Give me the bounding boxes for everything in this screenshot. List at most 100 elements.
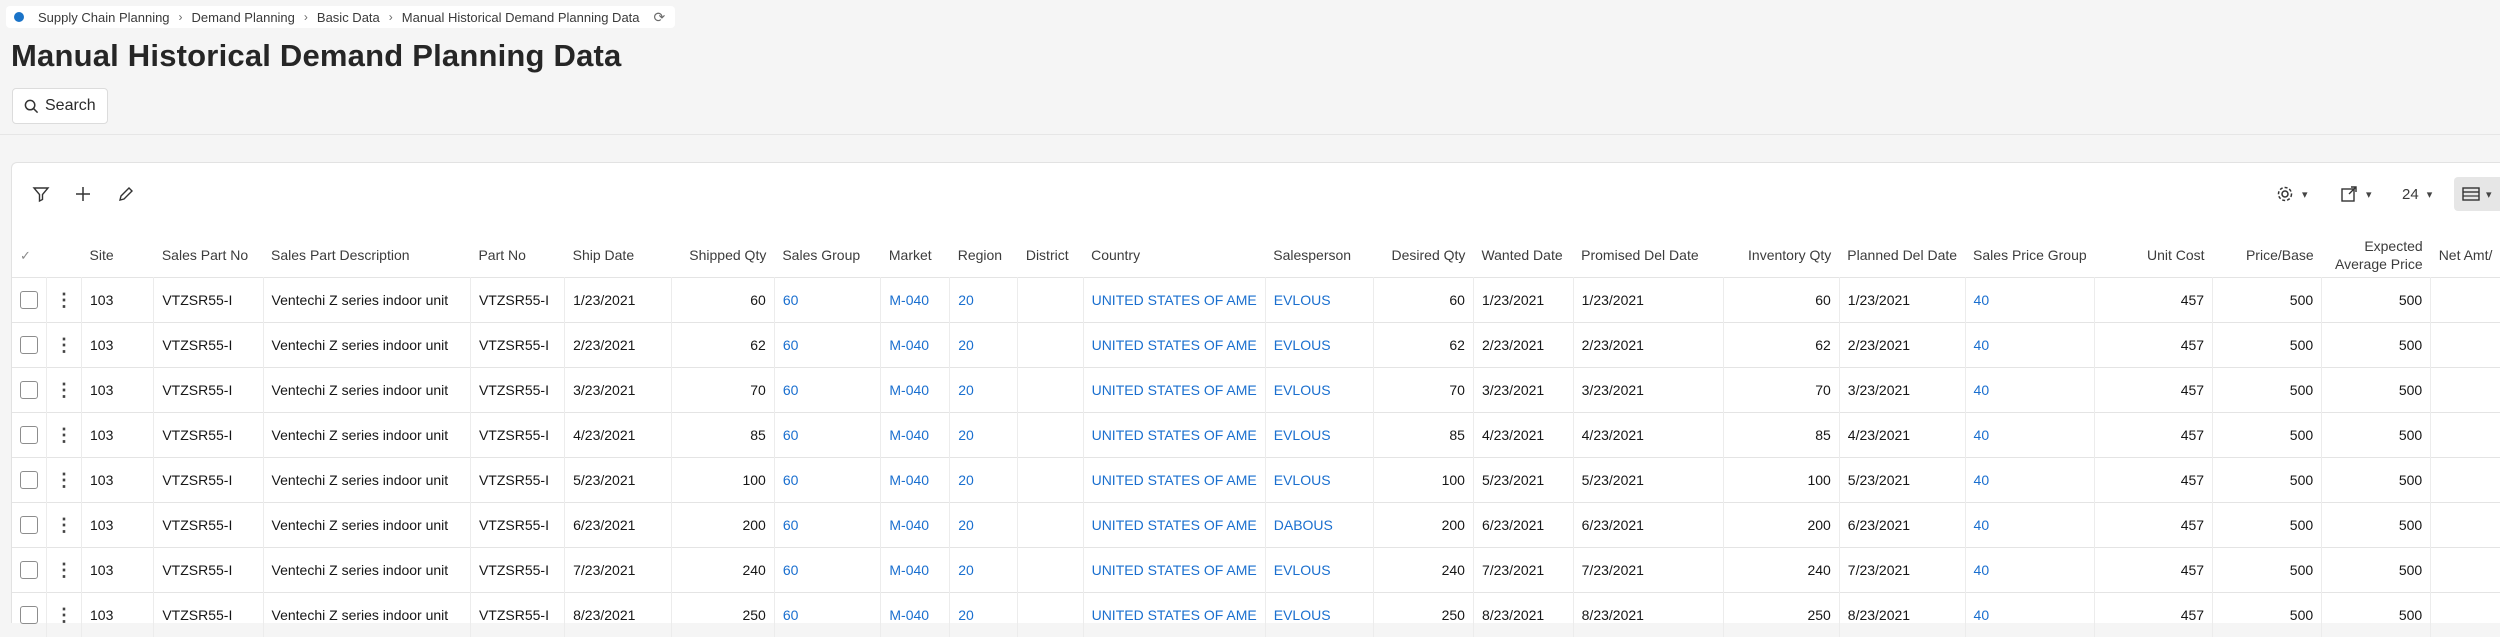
- cell-sales-group-link[interactable]: 60: [774, 323, 881, 368]
- more-vertical-icon[interactable]: ⋮: [55, 335, 73, 355]
- breadcrumb-item-basic-data[interactable]: Basic Data: [317, 10, 380, 25]
- col-header-unit-cost[interactable]: Unit Cost: [2095, 233, 2213, 278]
- more-vertical-icon[interactable]: ⋮: [55, 470, 73, 490]
- cell-sales-group-link[interactable]: 60: [774, 458, 881, 503]
- cell-country-link[interactable]: UNITED STATES OF AME: [1083, 323, 1265, 368]
- row-checkbox[interactable]: [20, 561, 38, 579]
- cell-market-link[interactable]: M-040: [881, 593, 950, 637]
- cell-market-link[interactable]: M-040: [881, 458, 950, 503]
- refresh-icon[interactable]: ⟳: [654, 9, 666, 26]
- col-header-sales-part-description[interactable]: Sales Part Description: [263, 233, 470, 278]
- row-checkbox[interactable]: [20, 516, 38, 534]
- cell-salesperson-link[interactable]: EVLOUS: [1265, 323, 1373, 368]
- col-header-wanted-date[interactable]: Wanted Date: [1473, 233, 1573, 278]
- settings-menu-button[interactable]: ▾: [2276, 180, 2308, 208]
- app-dot-icon[interactable]: [14, 12, 24, 22]
- col-header-district[interactable]: District: [1018, 233, 1083, 278]
- cell-market-link[interactable]: M-040: [881, 413, 950, 458]
- col-header-expected-average-price[interactable]: Expected Average Price: [2322, 233, 2431, 278]
- cell-region-link[interactable]: 20: [950, 548, 1018, 593]
- more-vertical-icon[interactable]: ⋮: [55, 290, 73, 310]
- more-vertical-icon[interactable]: ⋮: [55, 560, 73, 580]
- cell-salesperson-link[interactable]: EVLOUS: [1265, 413, 1373, 458]
- cell-country-link[interactable]: UNITED STATES OF AME: [1083, 368, 1265, 413]
- cell-region-link[interactable]: 20: [950, 368, 1018, 413]
- filter-icon[interactable]: [28, 181, 54, 207]
- cell-region-link[interactable]: 20: [950, 413, 1018, 458]
- cell-sales-price-group-link[interactable]: 40: [1965, 368, 2095, 413]
- cell-sales-price-group-link[interactable]: 40: [1965, 503, 2095, 548]
- table-row[interactable]: ⋮103VTZSR55-IVentechi Z series indoor un…: [12, 413, 2500, 458]
- cell-country-link[interactable]: UNITED STATES OF AME: [1083, 593, 1265, 637]
- cell-region-link[interactable]: 20: [950, 323, 1018, 368]
- cell-sales-price-group-link[interactable]: 40: [1965, 413, 2095, 458]
- table-row[interactable]: ⋮103VTZSR55-IVentechi Z series indoor un…: [12, 503, 2500, 548]
- cell-country-link[interactable]: UNITED STATES OF AME: [1083, 278, 1265, 323]
- cell-salesperson-link[interactable]: EVLOUS: [1265, 458, 1373, 503]
- table-row[interactable]: ⋮103VTZSR55-IVentechi Z series indoor un…: [12, 458, 2500, 503]
- cell-sales-price-group-link[interactable]: 40: [1965, 548, 2095, 593]
- more-vertical-icon[interactable]: ⋮: [55, 425, 73, 445]
- cell-country-link[interactable]: UNITED STATES OF AME: [1083, 458, 1265, 503]
- more-vertical-icon[interactable]: ⋮: [55, 605, 73, 625]
- col-header-net-amt[interactable]: Net Amt/: [2431, 233, 2500, 278]
- col-header-promised-del-date[interactable]: Promised Del Date: [1573, 233, 1723, 278]
- select-all-checkbox[interactable]: ✓: [12, 233, 47, 278]
- row-checkbox[interactable]: [20, 291, 38, 309]
- cell-sales-price-group-link[interactable]: 40: [1965, 278, 2095, 323]
- col-header-part-no[interactable]: Part No: [470, 233, 564, 278]
- add-icon[interactable]: [70, 181, 96, 207]
- cell-sales-group-link[interactable]: 60: [774, 413, 881, 458]
- breadcrumb-item-supply-chain-planning[interactable]: Supply Chain Planning: [38, 10, 170, 25]
- col-header-region[interactable]: Region: [950, 233, 1018, 278]
- col-header-site[interactable]: Site: [82, 233, 154, 278]
- cell-market-link[interactable]: M-040: [881, 278, 950, 323]
- col-header-inventory-qty[interactable]: Inventory Qty: [1723, 233, 1839, 278]
- cell-salesperson-link[interactable]: EVLOUS: [1265, 593, 1373, 637]
- page-size-select[interactable]: 24 ▾: [2402, 180, 2432, 208]
- cell-market-link[interactable]: M-040: [881, 548, 950, 593]
- cell-market-link[interactable]: M-040: [881, 503, 950, 548]
- row-checkbox[interactable]: [20, 426, 38, 444]
- cell-salesperson-link[interactable]: DABOUS: [1265, 503, 1373, 548]
- col-header-sales-part-no[interactable]: Sales Part No: [154, 233, 263, 278]
- cell-sales-price-group-link[interactable]: 40: [1965, 323, 2095, 368]
- cell-region-link[interactable]: 20: [950, 278, 1018, 323]
- cell-country-link[interactable]: UNITED STATES OF AME: [1083, 503, 1265, 548]
- breadcrumb-item-demand-planning[interactable]: Demand Planning: [192, 10, 295, 25]
- table-row[interactable]: ⋮103VTZSR55-IVentechi Z series indoor un…: [12, 323, 2500, 368]
- cell-market-link[interactable]: M-040: [881, 323, 950, 368]
- table-view-button[interactable]: ▾: [2454, 177, 2500, 211]
- col-header-market[interactable]: Market: [881, 233, 950, 278]
- table-row[interactable]: ⋮103VTZSR55-IVentechi Z series indoor un…: [12, 278, 2500, 323]
- col-header-planned-del-date[interactable]: Planned Del Date: [1839, 233, 1965, 278]
- more-vertical-icon[interactable]: ⋮: [55, 515, 73, 535]
- col-header-ship-date[interactable]: Ship Date: [565, 233, 672, 278]
- search-button[interactable]: Search: [12, 88, 108, 124]
- col-header-price-base[interactable]: Price/Base: [2213, 233, 2322, 278]
- cell-sales-group-link[interactable]: 60: [774, 503, 881, 548]
- cell-sales-price-group-link[interactable]: 40: [1965, 458, 2095, 503]
- cell-sales-group-link[interactable]: 60: [774, 368, 881, 413]
- more-vertical-icon[interactable]: ⋮: [55, 380, 73, 400]
- cell-salesperson-link[interactable]: EVLOUS: [1265, 368, 1373, 413]
- cell-country-link[interactable]: UNITED STATES OF AME: [1083, 548, 1265, 593]
- edit-pencil-icon[interactable]: [113, 181, 139, 207]
- col-header-shipped-qty[interactable]: Shipped Qty: [671, 233, 774, 278]
- row-checkbox[interactable]: [20, 606, 38, 624]
- cell-salesperson-link[interactable]: EVLOUS: [1265, 278, 1373, 323]
- cell-salesperson-link[interactable]: EVLOUS: [1265, 548, 1373, 593]
- col-header-sales-price-group[interactable]: Sales Price Group: [1965, 233, 2095, 278]
- cell-sales-group-link[interactable]: 60: [774, 593, 881, 637]
- col-header-desired-qty[interactable]: Desired Qty: [1374, 233, 1474, 278]
- col-header-country[interactable]: Country: [1083, 233, 1265, 278]
- cell-region-link[interactable]: 20: [950, 503, 1018, 548]
- cell-sales-group-link[interactable]: 60: [774, 548, 881, 593]
- table-row[interactable]: ⋮103VTZSR55-IVentechi Z series indoor un…: [12, 548, 2500, 593]
- row-checkbox[interactable]: [20, 336, 38, 354]
- cell-market-link[interactable]: M-040: [881, 368, 950, 413]
- cell-region-link[interactable]: 20: [950, 458, 1018, 503]
- export-menu-button[interactable]: ▾: [2340, 180, 2372, 208]
- row-checkbox[interactable]: [20, 381, 38, 399]
- cell-sales-group-link[interactable]: 60: [774, 278, 881, 323]
